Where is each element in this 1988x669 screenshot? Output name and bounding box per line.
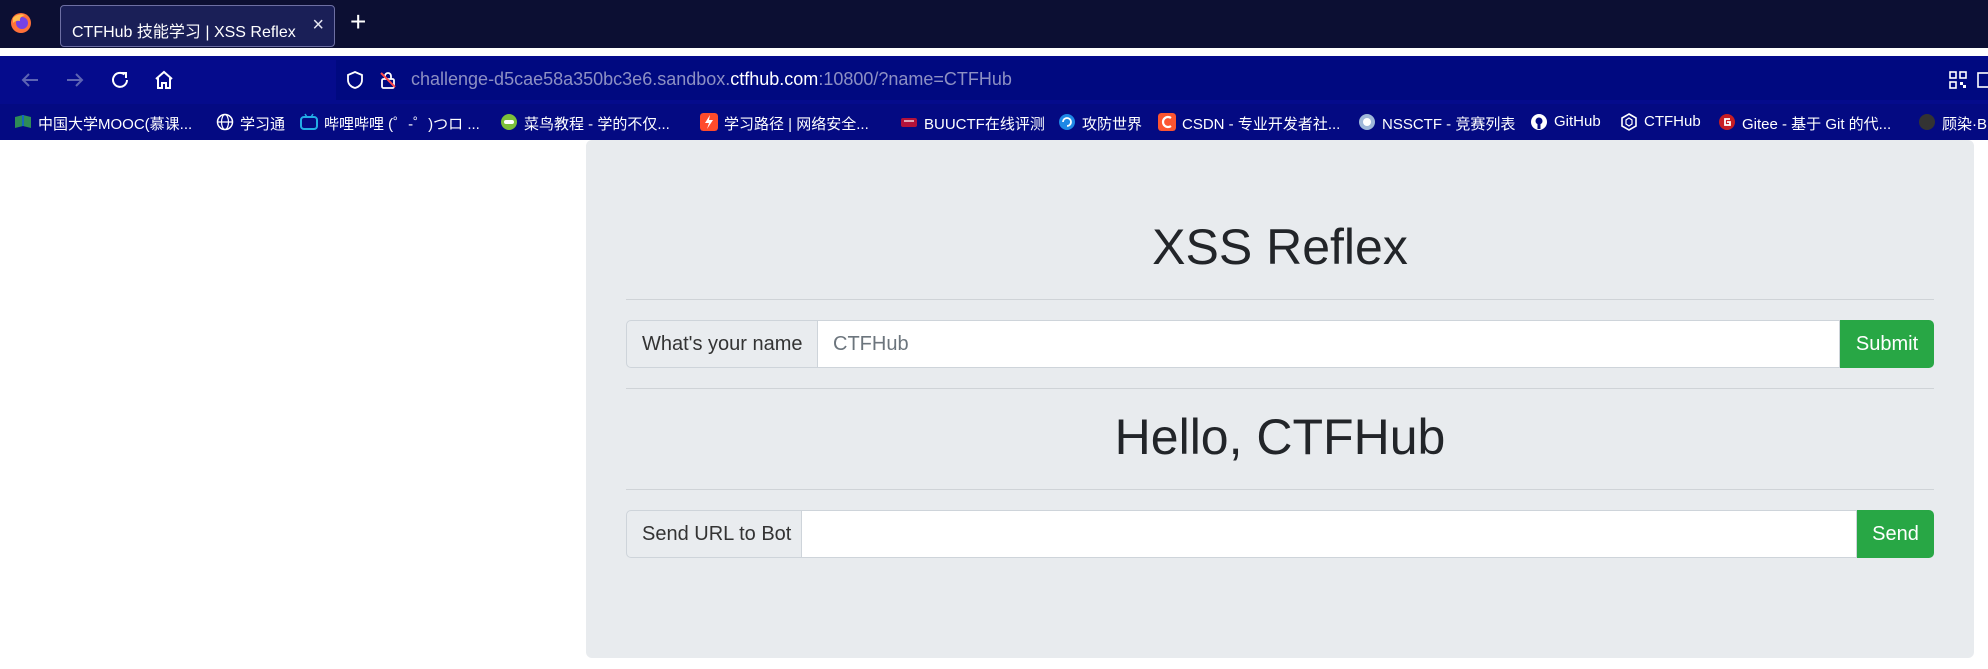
path-icon: [700, 113, 718, 131]
gitee-icon: [1719, 114, 1735, 130]
reload-icon[interactable]: [108, 68, 132, 92]
lock-warning-icon[interactable]: [378, 70, 398, 90]
mooc-icon: [15, 115, 31, 128]
screenshot-icon[interactable]: [1976, 70, 1988, 90]
new-tab-button[interactable]: +: [350, 8, 366, 36]
bookmark-guran[interactable]: 顾染·B: [1918, 112, 1988, 133]
forward-icon[interactable]: [63, 68, 87, 92]
active-tab[interactable]: CTFHub 技能学习 | XSS Reflex ×: [60, 5, 335, 47]
bookmark-gitee[interactable]: Gitee - 基于 Git 的代...: [1718, 112, 1908, 133]
bookmark-nssctf[interactable]: NSSCTF - 竞赛列表: [1358, 112, 1523, 133]
address-bar[interactable]: challenge-d5cae58a350bc3e6.sandbox.ctfhu…: [336, 60, 1988, 100]
globe-icon: [216, 113, 234, 131]
name-form: What's your name CTFHub Submit: [626, 320, 1934, 368]
bookmark-csdn[interactable]: CSDN - 专业开发者社...: [1158, 112, 1353, 133]
bookmarks-bar: 中国大学MOOC(慕课... 学习通 哔哩哔哩 (゜-゜)つロ ... 菜鸟教程…: [0, 104, 1988, 140]
divider: [626, 388, 1934, 389]
bot-form: Send URL to Bot Send: [626, 510, 1934, 558]
url-label: Send URL to Bot: [626, 510, 802, 558]
page-title: XSS Reflex: [1152, 219, 1408, 275]
nssctf-icon: [1359, 114, 1375, 130]
bilibili-icon: [300, 113, 318, 130]
bookmark-mooc[interactable]: 中国大学MOOC(慕课...: [14, 112, 204, 133]
back-icon[interactable]: [18, 68, 42, 92]
bookmark-adworld[interactable]: 攻防世界: [1058, 112, 1158, 133]
bookmark-xuexitong[interactable]: 学习通: [216, 112, 288, 133]
adworld-icon: [1059, 114, 1075, 130]
name-label: What's your name: [626, 320, 818, 368]
divider: [626, 489, 1934, 490]
name-input[interactable]: CTFHub: [818, 320, 1840, 368]
csdn-icon: [1158, 113, 1176, 131]
runoob-icon: [501, 114, 517, 130]
firefox-icon[interactable]: [10, 12, 32, 34]
bookmark-ctfhub[interactable]: CTFHub: [1620, 112, 1710, 132]
divider: [626, 299, 1934, 300]
bookmark-icon: [1919, 114, 1935, 130]
qr-code-icon[interactable]: [1948, 70, 1968, 90]
ctfhub-icon: [1621, 113, 1637, 131]
tab-strip: CTFHub 技能学习 | XSS Reflex × +: [0, 0, 1988, 48]
tab-close-icon[interactable]: ×: [312, 14, 324, 37]
url-input[interactable]: [802, 510, 1857, 558]
tab-title: CTFHub 技能学习 | XSS Reflex: [72, 24, 296, 41]
bookmark-github[interactable]: GitHub: [1530, 112, 1610, 132]
bookmark-learning-path[interactable]: 学习路径 | 网络安全...: [700, 112, 890, 133]
submit-button[interactable]: Submit: [1840, 320, 1934, 368]
home-icon[interactable]: [152, 68, 176, 92]
greeting-heading: Hello, CTFHub: [1114, 409, 1446, 465]
bookmark-runoob[interactable]: 菜鸟教程 - 学的不仅...: [500, 112, 690, 133]
buuctf-icon: [901, 118, 917, 127]
url-text[interactable]: challenge-d5cae58a350bc3e6.sandbox.ctfhu…: [411, 69, 1012, 90]
send-button[interactable]: Send: [1857, 510, 1934, 558]
github-icon: [1531, 114, 1547, 130]
nav-toolbar: challenge-d5cae58a350bc3e6.sandbox.ctfhu…: [0, 56, 1988, 104]
content-panel: XSS Reflex What's your name CTFHub Submi…: [586, 140, 1974, 658]
shield-icon[interactable]: [345, 70, 365, 90]
bookmark-bilibili[interactable]: 哔哩哔哩 (゜-゜)つロ ...: [300, 112, 490, 133]
bookmark-buuctf[interactable]: BUUCTF在线评测: [900, 112, 1050, 133]
